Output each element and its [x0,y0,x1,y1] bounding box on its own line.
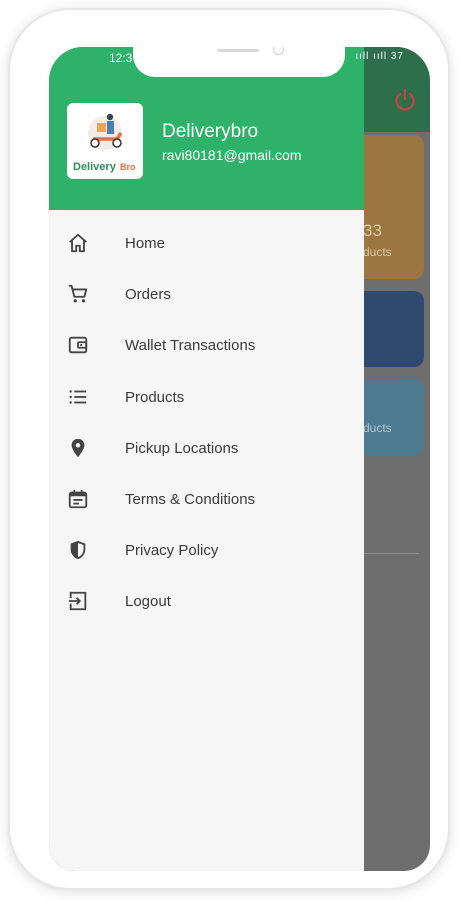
phone-frame: 33 ducts ducts / D [10,10,448,888]
wallet-icon [68,337,88,354]
menu-item-label: Home [125,235,166,252]
status-time: 12:3 [109,51,133,65]
power-icon[interactable] [392,87,418,113]
list-icon [69,389,87,404]
background-card-number: 33 [363,221,382,240]
menu-item-label: Pickup Locations [125,439,239,457]
menu-item-logout[interactable]: Logout [49,577,364,628]
menu-item-label: Wallet Transactions [125,337,256,355]
menu-item-label: Privacy Policy [125,542,219,560]
status-indicators: ııll ııll 37 [355,51,404,62]
logout-icon [68,592,87,611]
menu-item-label: Terms & Conditions [125,490,256,508]
delivery-scooter-logo: Delivery Bro [73,113,136,173]
menu-item-label: Logout [125,593,171,611]
user-email: ravi80181@gmail.com [162,147,302,163]
menu-item-home[interactable]: Home [49,219,364,270]
location-pin-icon [71,438,85,457]
speaker-grille [217,49,259,52]
menu-item-products[interactable]: Products [49,373,364,424]
camera-icon [273,47,284,55]
calendar-icon [68,489,88,509]
cart-icon [68,285,88,303]
app-logo: Delivery Bro [67,103,143,179]
menu-item-wallet-transactions[interactable]: Wallet Transactions [49,321,364,372]
menu-item-orders[interactable]: Orders [49,270,364,321]
svg-text:Delivery: Delivery [73,161,117,173]
home-icon [69,233,87,253]
menu-item-privacy-policy[interactable]: Privacy Policy [49,526,364,577]
menu-item-label: Products [125,388,185,406]
navigation-drawer: Delivery Bro Deliverybro ravi80181@gmail… [49,47,364,871]
shield-icon [70,540,86,560]
menu-item-label: Orders [125,286,171,304]
menu-item-terms-conditions[interactable]: Terms & Conditions [49,475,364,526]
app-screen: 33 ducts ducts / D [49,47,430,871]
phone-notch [133,47,345,77]
menu-item-pickup-locations[interactable]: Pickup Locations [49,424,364,475]
background-card-label: ducts [363,245,392,259]
user-name: Deliverybro [162,121,259,142]
background-card-label-3: ducts [363,421,392,435]
drawer-menu: Home Orders Wallet Transactions Products… [49,219,364,629]
svg-text:Bro: Bro [120,162,136,172]
